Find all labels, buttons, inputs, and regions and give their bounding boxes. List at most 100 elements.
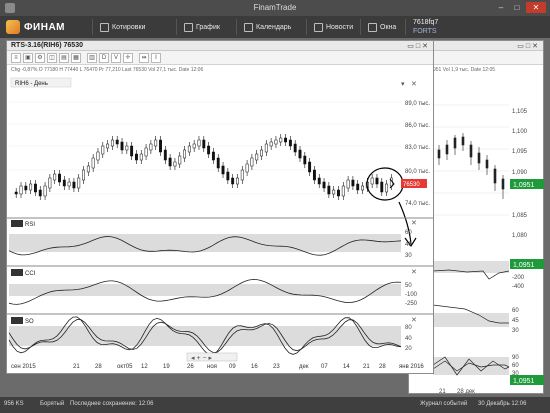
side-info-line: 951 Vol 1,9 тыс. Date 12:05 — [433, 67, 496, 73]
time-axis-label: 21 — [363, 364, 370, 370]
minimize-button[interactable]: – — [494, 2, 508, 13]
chart-gear-button[interactable]: ⚙ — [35, 53, 45, 63]
cci-pane[interactable]: CCI 50 -100 -250 ✕ — [7, 265, 433, 307]
so-axis-label: 80 — [405, 325, 412, 331]
rsi-axis-label: 60 — [405, 230, 412, 236]
chart-daily-button[interactable]: D — [99, 53, 109, 63]
main-chart-window[interactable]: RTS-3.16(RIH6) 76530 ▭□✕ ≡ ▣ ⚙ ◫ ▤ ▦ ▥ D… — [6, 40, 434, 374]
candle — [29, 183, 33, 191]
toolbar-button-quotes[interactable]: Котировки — [100, 21, 145, 34]
chart-volume-button[interactable]: V — [111, 53, 121, 63]
time-axis-label: 16 — [251, 364, 258, 370]
candle — [115, 139, 119, 145]
candle — [82, 169, 85, 181]
toolbar-button-chart[interactable]: График — [184, 21, 220, 34]
candle — [385, 183, 389, 193]
quotes-icon — [100, 23, 109, 32]
instrument-label: RIH6 - День — [15, 81, 48, 87]
so-pane[interactable]: SO 80 40 20 ✕ — [7, 313, 433, 356]
account-ticker[interactable]: 7618fq7 FORTS — [413, 18, 438, 36]
time-axis-label: 28 — [379, 364, 386, 370]
time-axis-label: 14 — [343, 364, 350, 370]
candle — [317, 177, 321, 185]
candle — [226, 171, 230, 181]
chart-save-button[interactable]: ▣ — [23, 53, 33, 63]
candle — [130, 145, 134, 157]
app-window: FinamTrade – □ ✕ ФИНАМ Котировки График … — [0, 0, 550, 413]
candle — [312, 169, 316, 181]
candle — [183, 149, 187, 159]
chart-scroll-controls[interactable]: ◂ + − ▸ — [186, 352, 238, 362]
pane-close-icon[interactable]: ✕ — [411, 81, 417, 88]
toolbar-button-label: Котировки — [112, 24, 146, 31]
candle — [33, 183, 37, 193]
candle — [240, 169, 244, 181]
chart-crosshair-button[interactable]: ✛ — [123, 53, 133, 63]
time-axis-label: 26 — [187, 364, 194, 370]
candle — [77, 177, 81, 189]
chart-window-title: RTS-3.16(RIH6) 76530 — [11, 42, 83, 49]
candle — [337, 189, 340, 197]
candle — [293, 143, 297, 153]
candle — [106, 143, 110, 149]
side-window-controls[interactable]: ▭□✕ — [517, 42, 540, 50]
time-axis-label: 09 — [229, 364, 236, 370]
time-axis-label: 12 — [141, 364, 148, 370]
candle — [284, 137, 288, 143]
candle — [298, 149, 302, 159]
time-axis: сен 2015 21 28 окт05 12 19 26 ноя 09 16 23 дек 07 14 2… — [11, 364, 424, 370]
candle — [96, 151, 100, 161]
status-bar: 956 KS Борятый Последнее сохранение: 12:… — [0, 397, 550, 413]
cci-close-icon[interactable]: ✕ — [411, 269, 417, 276]
candle — [250, 157, 254, 167]
chart-draw-button[interactable]: I — [151, 53, 161, 63]
chart-layers-button[interactable]: ◫ — [47, 53, 57, 63]
status-journal[interactable]: Журнал событий — [420, 401, 467, 407]
svg-text:◂ + − ▸: ◂ + − ▸ — [191, 355, 213, 362]
logo-text: ФИНАМ — [24, 21, 65, 33]
side-so-badge: 1,0951 — [513, 378, 535, 385]
side-axis-label: 1,085 — [512, 213, 528, 219]
chart-settings-button[interactable]: ≡ — [11, 53, 21, 63]
finam-logo: ФИНАМ — [6, 20, 65, 34]
maximize-button[interactable]: □ — [510, 2, 524, 13]
candle — [327, 185, 331, 195]
side-cci-axis: 45 — [512, 318, 519, 324]
chart-window-controls[interactable]: ▭□✕ — [407, 42, 430, 50]
main-chart-svg[interactable]: RIH6 - День 89,0 тыс. 86,0 тыс. 83,0 тыс… — [7, 74, 433, 370]
svg-text:▾: ▾ — [401, 81, 405, 88]
price-pane[interactable]: RIH6 - День 89,0 тыс. 86,0 тыс. 83,0 тыс… — [9, 76, 430, 248]
candle — [341, 185, 345, 197]
candle — [187, 145, 191, 153]
chart-indicators-button[interactable]: ▤ — [59, 53, 69, 63]
candle — [24, 185, 28, 191]
toolbar-button-windows[interactable]: Окна — [368, 21, 396, 34]
candle — [197, 139, 201, 147]
time-axis-label: дек — [299, 364, 309, 370]
toolbar-button-calendar[interactable]: Календарь — [244, 21, 291, 34]
toolbar-button-news[interactable]: Новости — [314, 21, 353, 34]
candle — [216, 157, 220, 169]
chart-fit-button[interactable]: ⇹ — [139, 53, 149, 63]
title-bar: FinamTrade – □ ✕ — [0, 0, 550, 16]
chart-timeframe-button[interactable]: ▦ — [71, 53, 81, 63]
time-axis-label: окт05 — [117, 364, 133, 370]
candle — [139, 153, 143, 161]
candle — [125, 145, 129, 151]
time-axis-label: ноя — [207, 364, 217, 370]
chart-candles-button[interactable]: ▥ — [87, 53, 97, 63]
candle — [163, 149, 167, 161]
calendar-icon — [244, 23, 253, 32]
so-close-icon[interactable]: ✕ — [411, 317, 417, 324]
rsi-pane[interactable]: RSI 60 40 30 ✕ — [7, 217, 433, 259]
candle — [62, 179, 66, 187]
time-axis-label: сен 2015 — [11, 364, 36, 370]
status-connection: 956 KS — [4, 401, 24, 407]
finam-logo-icon — [6, 20, 20, 34]
candle — [375, 177, 379, 185]
candle — [288, 139, 292, 147]
status-datetime: 30 Декабрь 12:06 — [478, 401, 527, 407]
rsi-close-icon[interactable]: ✕ — [411, 220, 417, 227]
close-button[interactable]: ✕ — [526, 2, 546, 13]
candle — [192, 143, 196, 149]
